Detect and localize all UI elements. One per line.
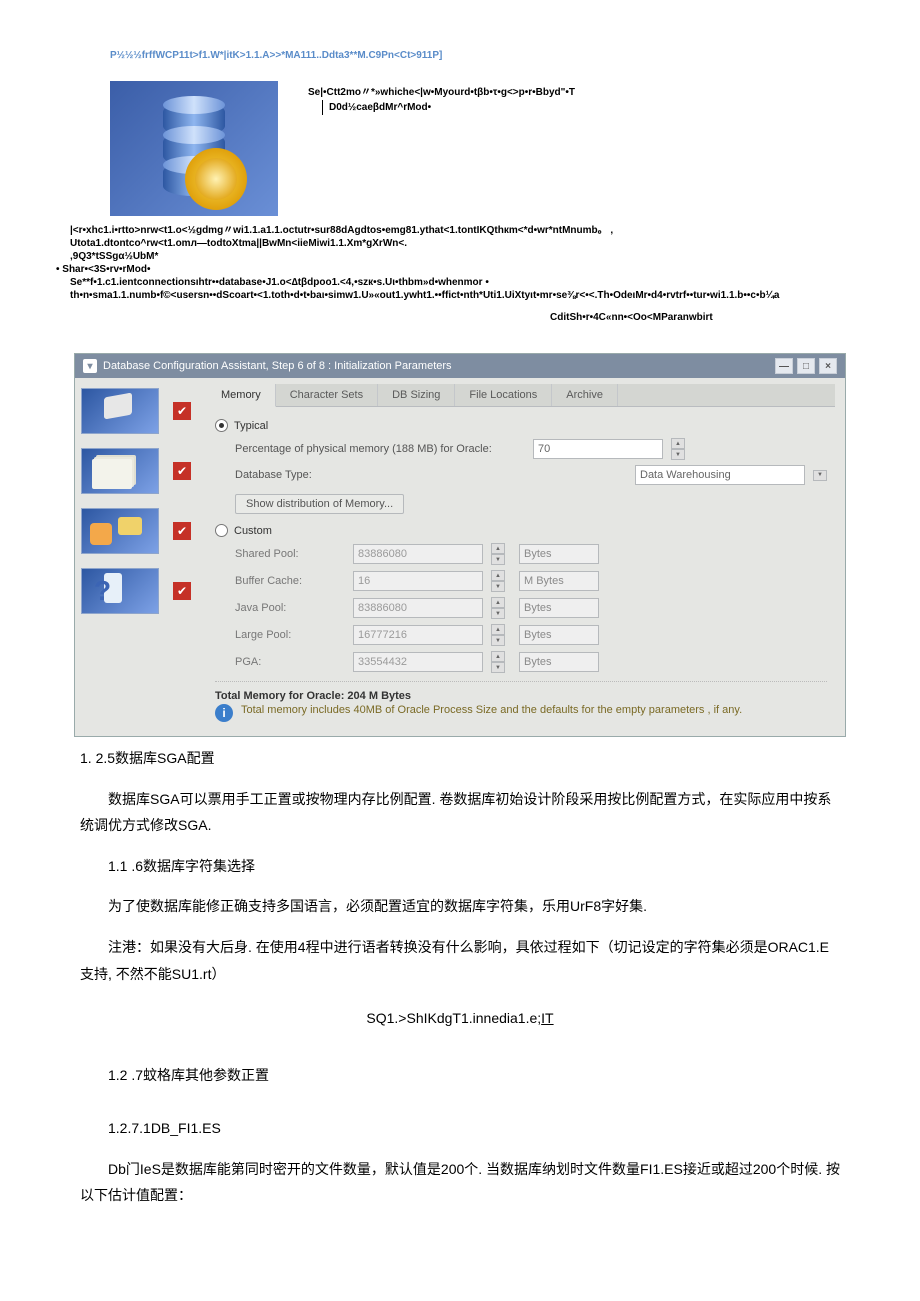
upper-graphic-row: Se|•Ctt2mo〃*»whiche<|w•Myourd•tβb•τ•g<>p… xyxy=(50,81,870,216)
shared-pool-label: Shared Pool: xyxy=(215,548,345,560)
dbtype-label: Database Type: xyxy=(235,469,355,481)
radio-selected-icon xyxy=(215,419,228,432)
buffer-cache-unit: M Bytes xyxy=(519,571,599,591)
heading-other: 1.2 .7蚊格库其他参数正置 xyxy=(108,1062,840,1089)
dbca-window: ▾ Database Configuration Assistant, Step… xyxy=(74,353,846,737)
pga-unit: Bytes xyxy=(519,652,599,672)
sidebar-thumb-2 xyxy=(81,448,159,494)
paragraph-sga: 数据库SGA可以票用手工正置或按物理内存比例配置. 卷数据库初始设计阶段采用按比… xyxy=(80,786,840,839)
show-distribution-button[interactable]: Show distribution of Memory... xyxy=(235,494,404,514)
radio-unselected-icon xyxy=(215,524,228,537)
sidebar-check-icon: ✔ xyxy=(173,522,191,540)
heading-sga: 1. 2.5数据库SGA配置 xyxy=(80,745,840,772)
total-memory-label: Total Memory for Oracle: 204 M Bytes xyxy=(215,690,827,702)
garbled-right-text: CditSh•r•4C«nn•<Oo<MParanwbirt xyxy=(550,312,870,323)
java-pool-label: Java Pool: xyxy=(215,602,345,614)
garbled-line-2: D0d½caeβdMr^rMod• xyxy=(322,100,575,115)
dbtype-select[interactable]: Data Warehousing xyxy=(635,465,805,485)
spin-up-icon[interactable]: ▲ xyxy=(671,438,685,449)
typical-radio[interactable]: Typical xyxy=(215,419,827,432)
document-body: 1. 2.5数据库SGA配置 数据库SGA可以票用手工正置或按物理内存比例配置.… xyxy=(50,745,870,1209)
sidebar-check-icon: ✔ xyxy=(173,462,191,480)
sidebar-thumb-3 xyxy=(81,508,159,554)
shared-pool-unit: Bytes xyxy=(519,544,599,564)
pga-label: PGA: xyxy=(215,656,345,668)
sidebar-check-icon: ✔ xyxy=(173,582,191,600)
minimize-button[interactable]: — xyxy=(775,358,793,374)
info-text: Total memory includes 40MB of Oracle Pro… xyxy=(241,704,742,716)
tabs-row: Memory Character Sets DB Sizing File Loc… xyxy=(207,384,835,407)
sidebar-check-icon: ✔ xyxy=(173,402,191,420)
percent-input[interactable]: 70 xyxy=(533,439,663,459)
percent-label: Percentage of physical memory (188 MB) f… xyxy=(235,443,525,455)
close-button[interactable]: × xyxy=(819,358,837,374)
buffer-cache-input: 16 xyxy=(353,571,483,591)
spin-down-icon[interactable]: ▼ xyxy=(671,449,685,460)
java-pool-unit: Bytes xyxy=(519,598,599,618)
buffer-cache-label: Buffer Cache: xyxy=(215,575,345,587)
tab-memory[interactable]: Memory xyxy=(207,384,276,407)
tab-character-sets[interactable]: Character Sets xyxy=(276,384,378,406)
tab-db-sizing[interactable]: DB Sizing xyxy=(378,384,455,406)
paragraph-note: 注港：如果没有大后身. 在使用4程中进行语者转换没有什么影响，具依过程如下（切记… xyxy=(80,934,840,987)
tab-file-locations[interactable]: File Locations xyxy=(455,384,552,406)
large-pool-input: 16777216 xyxy=(353,625,483,645)
sidebar-thumb-4: ? xyxy=(81,568,159,614)
paragraph-dbfiles: Db门IeS是数据库能第同时密开的文件数量，默认值是200个. 当数据库纳划时文… xyxy=(80,1156,840,1209)
pga-input: 33554432 xyxy=(353,652,483,672)
shared-pool-input: 83886080 xyxy=(353,544,483,564)
dropdown-icon[interactable]: ▼ xyxy=(813,470,827,481)
sidebar-thumb-1 xyxy=(81,388,159,434)
garbled-line-1: Se|•Ctt2mo〃*»whiche<|w•Myourd•tβb•τ•g<>p… xyxy=(308,85,575,100)
large-pool-unit: Bytes xyxy=(519,625,599,645)
large-pool-label: Large Pool: xyxy=(215,629,345,641)
tab-archive[interactable]: Archive xyxy=(552,384,618,406)
wizard-sidebar: ✔ ✔ ✔ ? ✔ xyxy=(75,378,197,736)
java-pool-input: 83886080 xyxy=(353,598,483,618)
garbled-paragraph: |<r•xhc1.i•rtto>nrw<t1.o<½gdmg〃wi1.1.a1.… xyxy=(70,224,870,302)
heading-charset: 1.1 .6数据库字符集选择 xyxy=(108,853,840,880)
maximize-button[interactable]: □ xyxy=(797,358,815,374)
sql-line: SQ1.>ShIKdgT1.innedia1.e;IT xyxy=(80,1005,840,1032)
custom-radio[interactable]: Custom xyxy=(215,524,827,537)
window-titlebar: ▾ Database Configuration Assistant, Step… xyxy=(75,354,845,378)
heading-dbfiles: 1.2.7.1DB_FI1.ES xyxy=(108,1115,840,1142)
info-icon: i xyxy=(215,704,233,722)
title-chevron-icon: ▾ xyxy=(83,359,97,373)
paragraph-charset: 为了使数据库能修正确支持多国语言，必须配置适宜的数据库字符集，乐用UrF8字好集… xyxy=(80,893,840,920)
window-title: Database Configuration Assistant, Step 6… xyxy=(103,360,452,372)
garbled-header: P½½½frffWCP11t>f1.W*|itK>1.1.A>>*MA111..… xyxy=(110,50,870,61)
database-gear-graphic xyxy=(110,81,278,216)
